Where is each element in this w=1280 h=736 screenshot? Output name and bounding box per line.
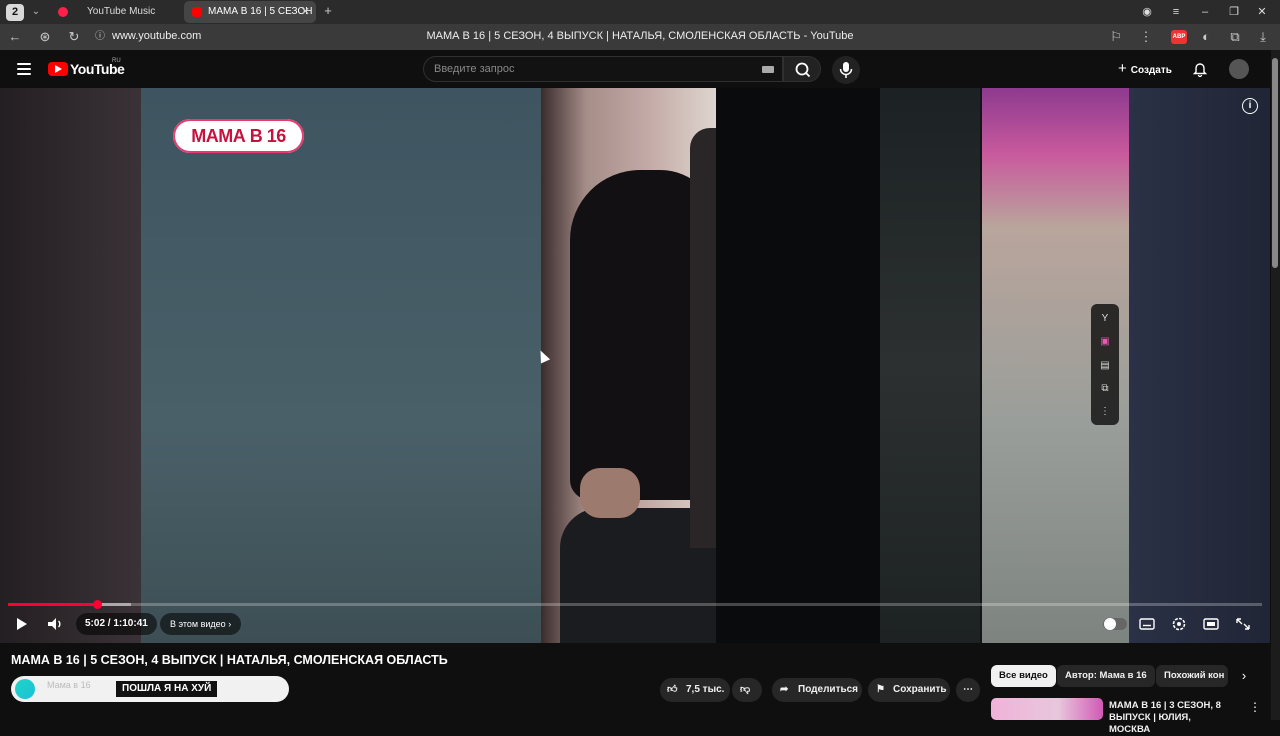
autoplay-toggle[interactable] [1103, 618, 1127, 630]
video-frame-photobooth [880, 88, 980, 643]
dislike-icon: 👎︎ [740, 684, 751, 695]
window-title: МАМА В 16 | 5 СЕЗОН, 4 ВЫПУСК | НАТАЛЬЯ,… [426, 30, 854, 42]
browser-tab-strip: 2 ⌄ YouTube Music МАМА В 16 | 5 СЕЗОН ✕ … [0, 0, 1280, 24]
search-button[interactable] [783, 56, 821, 82]
address-bar: ← ⊛ ↻ ⓘ www.youtube.com МАМА В 16 | 5 СЕ… [0, 24, 1280, 50]
tab-label: МАМА В 16 | 5 СЕЗОН [208, 6, 313, 17]
recommendation-thumbnail[interactable] [991, 698, 1103, 720]
extension-logo-icon[interactable]: Y [1099, 313, 1111, 325]
chip-all-videos[interactable]: Все видео [991, 665, 1056, 687]
save-icon: ⚑ [876, 684, 885, 695]
search-icon [795, 62, 811, 78]
time-display: 5:02 / 1:10:41 [76, 613, 157, 635]
recommendation-title[interactable]: МАМА В 16 | 3 СЕЗОН, 8 ВЫПУСК | ЮЛИЯ, МО… [1109, 700, 1234, 736]
fullscreen-icon[interactable] [1233, 613, 1253, 635]
restore-icon[interactable]: ❐ [1223, 2, 1245, 22]
youtube-music-favicon-icon [58, 7, 68, 17]
youtube-favicon-icon [192, 7, 202, 17]
video-frame-left-region [0, 88, 141, 643]
more-icon: ⋯ [963, 684, 973, 695]
voice-search-button[interactable] [832, 56, 860, 84]
profile-icon[interactable]: ◉ [1136, 2, 1158, 22]
tab-counter[interactable]: 2 [6, 4, 24, 21]
collections-icon[interactable]: ⧉ [1225, 27, 1245, 47]
save-label: Сохранить [893, 684, 947, 695]
adblock-extension-icon[interactable]: ABP [1171, 30, 1187, 44]
bookmark-icon[interactable]: ⚐ [1106, 27, 1126, 47]
pip-icon[interactable]: ⧉ [1099, 383, 1111, 395]
search-placeholder: Введите запрос [434, 63, 515, 75]
chapters-button[interactable]: В этом видео › [160, 613, 242, 635]
share-label: Поделиться [798, 684, 859, 695]
channel-avatar[interactable] [15, 679, 35, 699]
info-icon[interactable]: i [1242, 98, 1258, 114]
volume-icon[interactable] [46, 613, 64, 635]
extension-side-panel: Y ▣ ▤ ⧉ ⋮ [1091, 304, 1119, 425]
create-button[interactable]: + Создать [1110, 57, 1180, 81]
avatar[interactable] [1229, 59, 1249, 79]
tab-youtube-music[interactable]: YouTube Music [50, 1, 180, 23]
new-tab-icon[interactable]: + [320, 3, 336, 19]
close-window-icon[interactable]: ✕ [1251, 2, 1273, 22]
guide-menu-icon[interactable] [17, 63, 31, 75]
country-code: RU [112, 58, 121, 64]
like-button[interactable]: 👍︎ 7,5 тыс. [660, 678, 730, 702]
more-icon[interactable]: ⋮ [1249, 700, 1261, 714]
chip-similar[interactable]: Похожий кон [1156, 665, 1228, 687]
chip-author[interactable]: Автор: Мама в 16 [1057, 665, 1155, 687]
more-actions-button[interactable]: ⋯ [956, 678, 980, 702]
youtube-header: YouTube RU Введите запрос + Создать [0, 50, 1280, 88]
show-logo-badge: МАМА В 16 [173, 119, 304, 153]
minimize-icon[interactable]: – [1194, 2, 1216, 22]
plus-icon: + [1118, 60, 1127, 77]
menu-icon[interactable]: ≡ [1165, 2, 1187, 22]
share-button[interactable]: ➦ Поделиться [772, 678, 862, 702]
subtitles-button-icon[interactable] [1137, 613, 1157, 635]
video-title: МАМА В 16 | 5 СЕЗОН, 4 ВЫПУСК | НАТАЛЬЯ,… [11, 653, 448, 667]
settings-icon[interactable] [1169, 613, 1189, 635]
mic-icon [839, 62, 853, 78]
chevron-right-icon: › [228, 619, 232, 629]
like-count: 7,5 тыс. [686, 684, 725, 695]
channel-row[interactable]: Мама в 16 ПОШЛА Я НА ХУЙ [11, 676, 289, 702]
translate-icon[interactable]: ▣ [1099, 336, 1111, 348]
chapter-label: В этом видео [170, 619, 226, 629]
like-icon: 👍︎ [667, 684, 678, 695]
more-options-icon[interactable]: ⋮ [1136, 27, 1156, 47]
subtitles-icon[interactable]: ▤ [1099, 360, 1111, 372]
keyboard-icon[interactable] [762, 66, 774, 73]
video-frame-dark-panel [716, 88, 886, 643]
save-button[interactable]: ⚑ Сохранить [868, 678, 950, 702]
chevron-right-icon[interactable]: › [1236, 667, 1252, 685]
share-icon: ➦ [780, 684, 789, 695]
scrollbar-thumb[interactable] [1272, 58, 1278, 268]
theater-mode-icon[interactable] [1201, 613, 1221, 635]
bell-icon[interactable] [1192, 61, 1208, 77]
create-label: Создать [1130, 65, 1172, 76]
tab-current-video[interactable]: МАМА В 16 | 5 СЕЗОН ✕ [184, 1, 316, 23]
youtube-logo-icon[interactable] [48, 62, 68, 76]
progress-bar[interactable] [8, 603, 1262, 606]
tab-label: YouTube Music [87, 6, 156, 17]
download-icon[interactable]: ⤓ [1253, 27, 1273, 47]
video-frame-figure [580, 468, 640, 518]
subtitle-overlay: ПОШЛА Я НА ХУЙ [116, 681, 218, 697]
more-icon[interactable]: ⋮ [1099, 406, 1111, 418]
tab-dropdown-icon[interactable]: ⌄ [28, 2, 44, 22]
progress-played [8, 603, 98, 606]
search-input[interactable]: Введите запрос [423, 56, 783, 82]
extension-icon[interactable]: ◐ [1196, 27, 1216, 47]
play-icon[interactable] [14, 613, 30, 635]
close-tab-icon[interactable]: ✕ [301, 1, 310, 23]
progress-scrubber[interactable] [92, 600, 102, 609]
dislike-button[interactable]: 👎︎ [732, 678, 762, 702]
video-frame-right-region [1129, 88, 1270, 643]
channel-name[interactable]: Мама в 16 [47, 680, 91, 690]
video-frame-wall [141, 88, 551, 643]
video-player[interactable]: МАМА В 16 i Y ▣ ▤ ⧉ ⋮ 5:02 / 1:10:41 В э… [0, 88, 1270, 643]
